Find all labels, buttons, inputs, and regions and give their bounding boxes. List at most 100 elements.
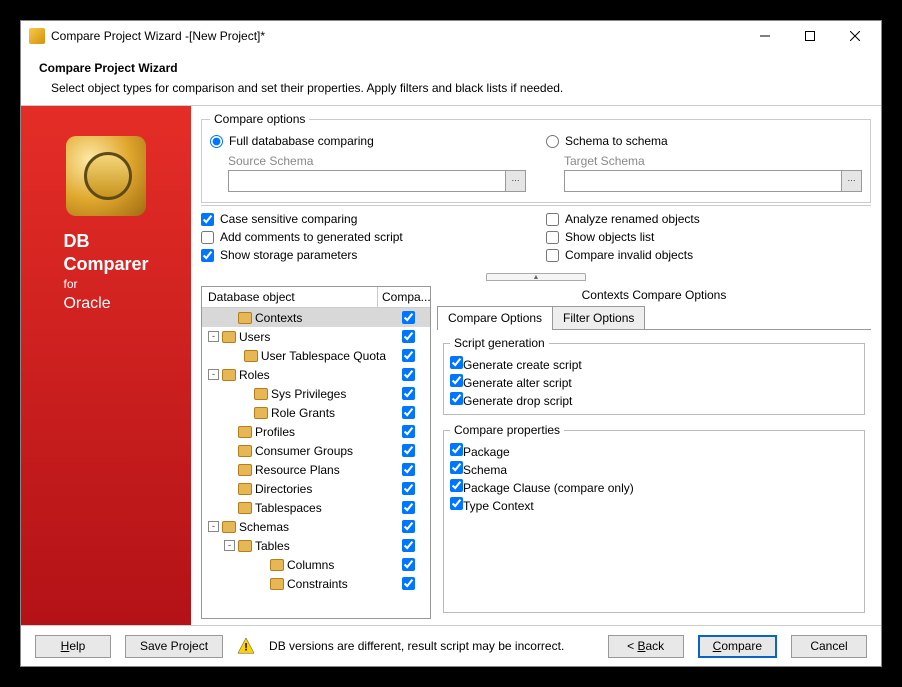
tree-header-compare[interactable]: Compa... (378, 287, 430, 307)
folder-icon (270, 578, 284, 590)
wizard-window: Compare Project Wizard -[New Project]* C… (20, 20, 882, 667)
tree-body[interactable]: Contexts-UsersUser Tablespace Quota-Role… (202, 308, 430, 618)
product-name: DB Comparer for Oracle (49, 230, 162, 314)
tree-row[interactable]: Contexts (202, 308, 430, 327)
prop-schema-checkbox[interactable] (450, 461, 463, 474)
tab-filter-options[interactable]: Filter Options (552, 306, 645, 329)
compare-options-fieldset: Compare options Full datababase comparin… (201, 112, 871, 203)
tree-row[interactable]: Consumer Groups (202, 441, 430, 460)
tree-row[interactable]: Columns (202, 555, 430, 574)
compare-invalid-label: Compare invalid objects (565, 248, 693, 262)
prop-typectx-label: Type Context (463, 499, 534, 513)
script-gen-legend: Script generation (450, 336, 549, 350)
minimize-button[interactable] (742, 22, 787, 50)
show-objects-checkbox[interactable] (546, 231, 559, 244)
tree-row[interactable]: Sys Privileges (202, 384, 430, 403)
gen-create-label: Generate create script (463, 358, 582, 372)
tree-row[interactable]: - Users (202, 327, 430, 346)
tree-compare-checkbox[interactable] (402, 520, 415, 533)
tree-row[interactable]: -Schemas (202, 517, 430, 536)
folder-icon (222, 369, 236, 381)
tree-compare-checkbox[interactable] (402, 406, 415, 419)
close-button[interactable] (832, 22, 877, 50)
splitter[interactable]: ▲ (201, 272, 871, 282)
tree-item-label: Profiles (255, 425, 295, 439)
brand-line2: Comparer (63, 253, 148, 276)
tree-compare-checkbox[interactable] (402, 311, 415, 324)
tab-compare-options[interactable]: Compare Options (437, 306, 553, 329)
tree-row[interactable]: Tablespaces (202, 498, 430, 517)
help-button[interactable]: Help (35, 635, 111, 658)
gen-alter-checkbox[interactable] (450, 374, 463, 387)
target-schema-input[interactable] (564, 170, 842, 192)
full-db-radio[interactable] (210, 135, 223, 148)
tree-row[interactable]: Role Grants (202, 403, 430, 422)
tree-compare-checkbox[interactable] (402, 463, 415, 476)
page-subtitle: Select object types for comparison and s… (39, 81, 863, 95)
tree-row[interactable]: User Tablespace Quota (202, 346, 430, 365)
content-area: DB Comparer for Oracle Compare options F… (21, 105, 881, 626)
folder-icon (238, 445, 252, 457)
tree-compare-checkbox[interactable] (402, 330, 415, 343)
prop-pkgclause-label: Package Clause (compare only) (463, 481, 634, 495)
source-schema-input[interactable] (228, 170, 506, 192)
schema-to-schema-radio[interactable] (546, 135, 559, 148)
tree-expander-icon[interactable]: - (208, 369, 219, 380)
tree-header-object[interactable]: Database object (202, 287, 378, 307)
tree-item-label: Directories (255, 482, 312, 496)
cancel-button[interactable]: Cancel (791, 635, 867, 658)
prop-package-checkbox[interactable] (450, 443, 463, 456)
page-title: Compare Project Wizard (39, 61, 863, 75)
target-schema-browse-button[interactable]: ··· (842, 170, 862, 192)
compare-props-legend: Compare properties (450, 423, 564, 437)
tree-compare-checkbox[interactable] (402, 425, 415, 438)
gen-drop-checkbox[interactable] (450, 392, 463, 405)
tree-compare-checkbox[interactable] (402, 444, 415, 457)
tree-compare-checkbox[interactable] (402, 349, 415, 362)
tree-expander-icon[interactable]: - (224, 540, 235, 551)
folder-icon (238, 312, 252, 324)
target-schema-label: Target Schema (546, 154, 862, 168)
gen-drop-label: Generate drop script (463, 394, 572, 408)
tree-item-label: Users (239, 330, 270, 344)
tree-row[interactable]: -Roles (202, 365, 430, 384)
tree-compare-checkbox[interactable] (402, 387, 415, 400)
back-button[interactable]: < Back (608, 635, 684, 658)
tree-item-label: Tablespaces (255, 501, 322, 515)
tree-compare-checkbox[interactable] (402, 558, 415, 571)
tree-row[interactable]: Resource Plans (202, 460, 430, 479)
case-sensitive-checkbox[interactable] (201, 213, 214, 226)
tree-row[interactable]: Directories (202, 479, 430, 498)
tree-compare-checkbox[interactable] (402, 577, 415, 590)
show-objects-label: Show objects list (565, 230, 654, 244)
tree-compare-checkbox[interactable] (402, 368, 415, 381)
tree-compare-checkbox[interactable] (402, 501, 415, 514)
tree-item-label: Contexts (255, 311, 302, 325)
show-storage-label: Show storage parameters (220, 248, 357, 262)
add-comments-checkbox[interactable] (201, 231, 214, 244)
tree-item-label: Sys Privileges (271, 387, 346, 401)
save-project-button[interactable]: Save Project (125, 635, 223, 658)
tree-compare-checkbox[interactable] (402, 539, 415, 552)
show-storage-checkbox[interactable] (201, 249, 214, 262)
script-generation-group: Script generation Generate create script… (443, 336, 865, 415)
tree-item-label: Constraints (287, 577, 348, 591)
tree-row[interactable]: Profiles (202, 422, 430, 441)
full-db-label: Full datababase comparing (229, 134, 374, 148)
tree-expander-icon[interactable]: - (208, 521, 219, 532)
maximize-button[interactable] (787, 22, 832, 50)
schema-to-schema-label: Schema to schema (565, 134, 668, 148)
prop-typectx-checkbox[interactable] (450, 497, 463, 510)
gen-create-checkbox[interactable] (450, 356, 463, 369)
main-panel: Compare options Full datababase comparin… (191, 106, 881, 625)
tree-row[interactable]: Constraints (202, 574, 430, 593)
tree-compare-checkbox[interactable] (402, 482, 415, 495)
source-schema-browse-button[interactable]: ··· (506, 170, 526, 192)
compare-button[interactable]: Compare (698, 635, 777, 658)
prop-pkgclause-checkbox[interactable] (450, 479, 463, 492)
compare-invalid-checkbox[interactable] (546, 249, 559, 262)
prop-package-label: Package (463, 445, 510, 459)
analyze-renamed-checkbox[interactable] (546, 213, 559, 226)
tree-row[interactable]: -Tables (202, 536, 430, 555)
tree-expander-icon[interactable]: - (208, 331, 219, 342)
